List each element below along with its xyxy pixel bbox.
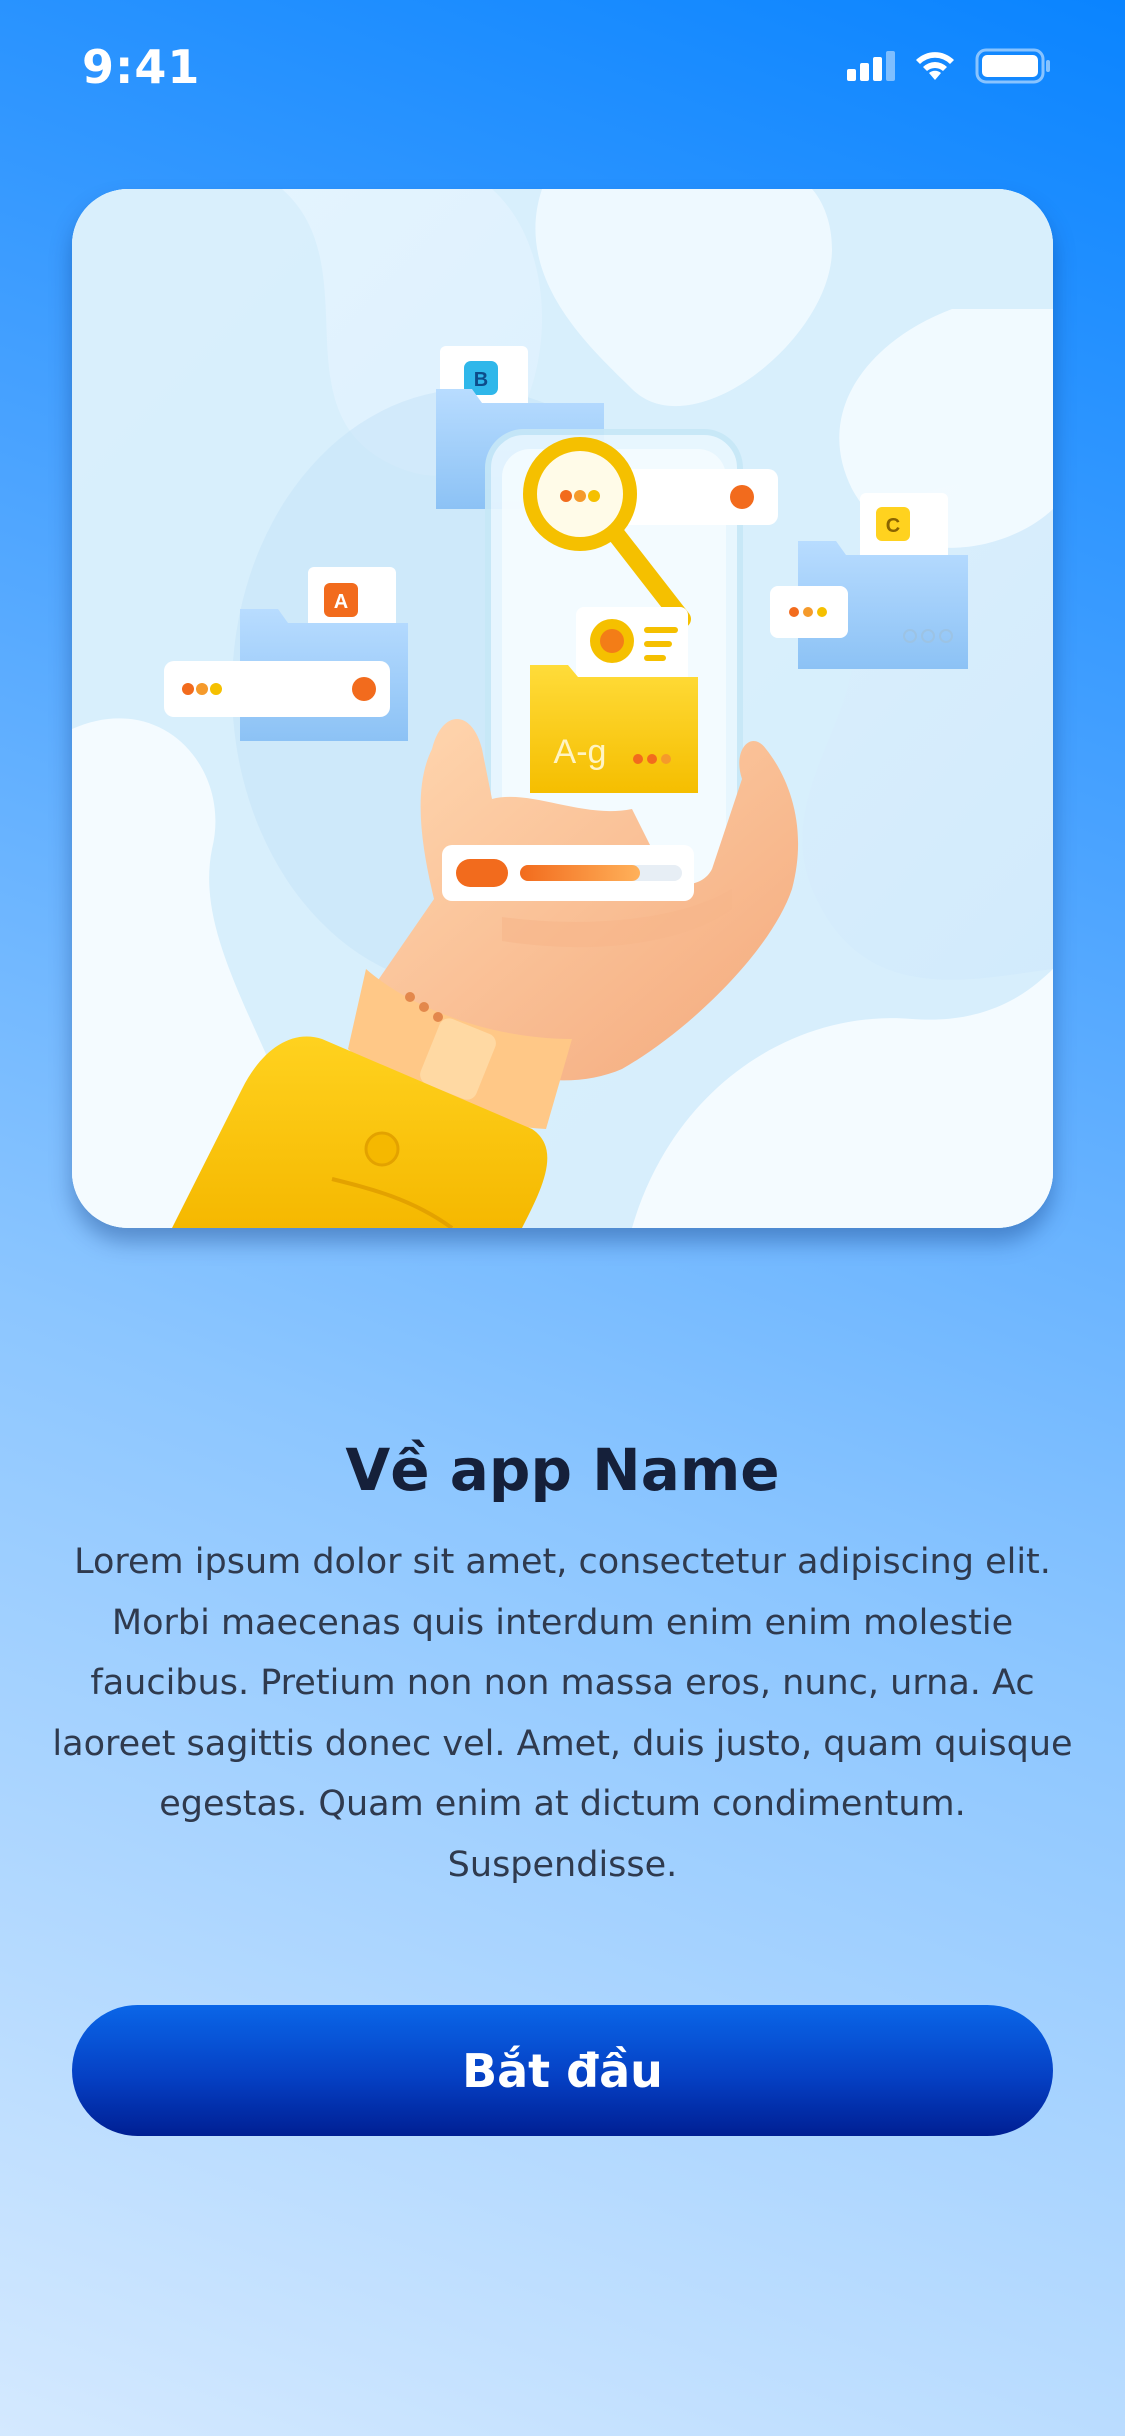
start-button[interactable]: Bắt đầu [72,2005,1053,2136]
signal-icon [847,51,895,81]
wifi-icon [916,52,954,80]
description-line: laoreet sagittis donec vel. Amet, duis j… [52,1723,1073,1764]
hero-illustration-card: B A C A-g [72,189,1053,1228]
description-line: faucibus. Pretium non non massa eros, nu… [90,1663,1035,1703]
phone-folder-label: A-g [554,733,607,771]
status-icons [847,48,1051,84]
status-time: 9:41 [82,40,201,94]
description-line: Morbi maecenas quis interdum enim enim m… [111,1602,1014,1643]
folder-a-label: A [334,591,348,613]
description: Lorem ipsum dolor sit amet, consectetur … [50,1532,1075,1895]
folder-b-label: B [474,369,488,391]
page-title: Về app Name [345,1436,780,1504]
description-line: egestas. Quam enim at dictum condimentum… [159,1784,966,1885]
status-bar: 9:41 [0,0,1125,140]
hand-phone-illustration: B A C A-g [72,189,1053,1228]
description-line: Lorem ipsum dolor sit amet, consectetur … [74,1542,1051,1582]
folder-c-label: C [886,515,900,537]
battery-icon [975,48,1050,84]
